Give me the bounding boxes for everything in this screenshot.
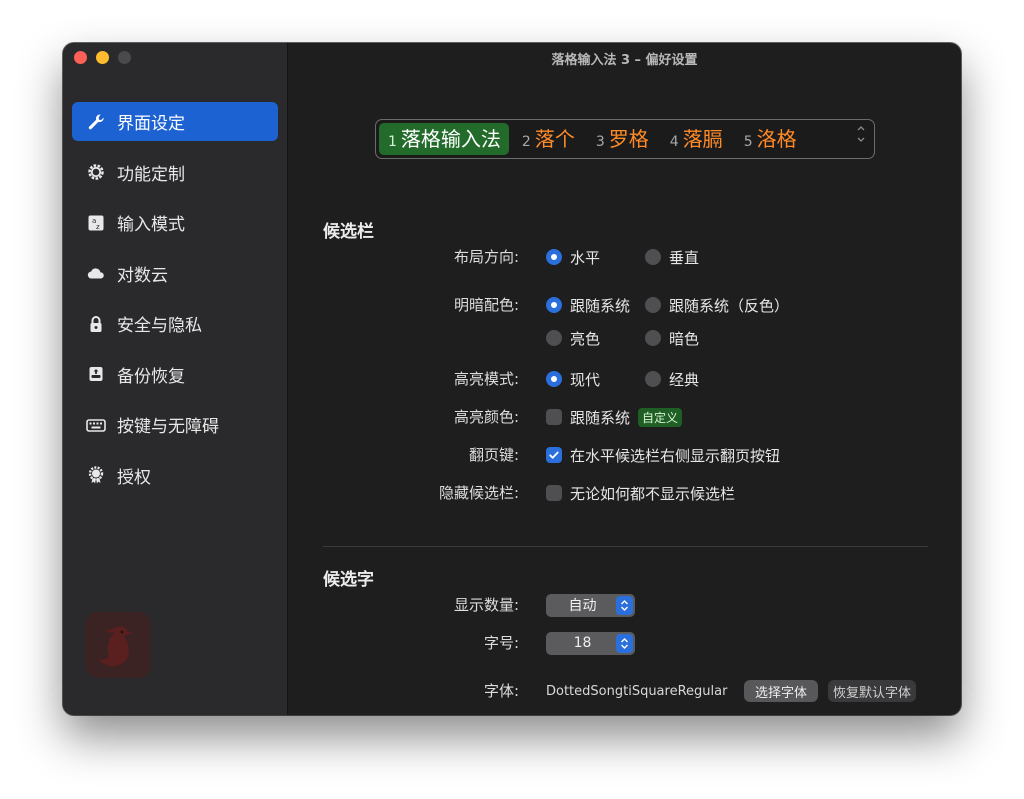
sidebar-item-label: 对数云 <box>117 265 168 286</box>
input-mode-icon: az <box>86 213 106 233</box>
radio-horizontal[interactable]: 水平 <box>546 247 600 268</box>
main-panel: 1 落格输入法 2 落个 3 罗格 4 落膈 5 洛格 候选栏 布局方向: 水平… <box>289 43 961 715</box>
sidebar-item-label: 功能定制 <box>117 164 185 185</box>
sidebar-item-label: 授权 <box>117 467 151 488</box>
checkbox-control[interactable] <box>546 447 562 463</box>
sidebar-item-interface[interactable]: 界面设定 <box>72 102 278 141</box>
checkbox-control[interactable] <box>546 409 562 425</box>
sidebar-item-label: 安全与隐私 <box>117 316 202 336</box>
candidate-item: 3 罗格 <box>595 127 649 151</box>
highlight-mode-label: 高亮模式: <box>453 370 519 388</box>
sidebar-item-label: 备份恢复 <box>117 366 185 387</box>
radio-modern[interactable]: 现代 <box>546 369 600 390</box>
radio-control[interactable] <box>546 297 562 313</box>
close-window-button[interactable] <box>74 51 87 64</box>
sidebar-item-keys-accessibility[interactable]: 按键与无障碍 <box>72 405 278 444</box>
chevron-down-icon[interactable] <box>856 136 866 144</box>
layout-direction-label: 布局方向: <box>453 248 519 266</box>
cloud-icon <box>86 263 106 283</box>
lock-icon <box>86 314 106 334</box>
sidebar-item-label: 界面设定 <box>117 114 185 134</box>
count-select[interactable]: 自动 <box>546 593 635 617</box>
sidebar-item-label: 输入模式 <box>117 215 185 235</box>
zoom-window-button[interactable] <box>118 51 131 64</box>
checkmark-icon <box>549 451 559 459</box>
radio-vertical[interactable]: 垂直 <box>645 247 699 268</box>
radio-follow-system[interactable]: 跟随系统 <box>546 295 630 316</box>
candidate-item: 1 落格输入法 <box>379 123 509 155</box>
section-title-candidate-bar: 候选栏 <box>323 222 374 242</box>
sidebar-item-input-mode[interactable]: az 输入模式 <box>72 203 278 242</box>
radio-control[interactable] <box>645 371 661 387</box>
sidebar-item-features[interactable]: 功能定制 <box>72 153 278 192</box>
sidebar-item-backup[interactable]: 备份恢复 <box>72 355 278 394</box>
candidate-preview: 1 落格输入法 2 落个 3 罗格 4 落膈 5 洛格 <box>375 119 875 159</box>
sidebar-item-label: 按键与无障碍 <box>117 417 219 437</box>
keyboard-icon <box>86 415 106 435</box>
checkbox-follow-system-color[interactable]: 跟随系统 自定义 <box>546 407 683 428</box>
radio-dark[interactable]: 暗色 <box>645 328 699 349</box>
font-size-select[interactable]: 18 <box>546 631 635 655</box>
section-divider <box>323 546 928 547</box>
minimize-window-button[interactable] <box>96 51 109 64</box>
preferences-window: 界面设定 功能定制 az 输入模式 对数云 安全与隐私 备份恢复 按键与无障碍 … <box>63 43 961 715</box>
radio-light[interactable]: 亮色 <box>546 328 600 349</box>
seal-icon <box>86 465 106 485</box>
section-title-candidate-text: 候选字 <box>323 570 374 590</box>
up-down-chevron-icon <box>616 595 633 615</box>
radio-control[interactable] <box>645 297 661 313</box>
appearance-label: 明暗配色: <box>453 296 519 314</box>
window-controls <box>74 51 131 64</box>
hide-bar-label: 隐藏候选栏: <box>438 484 519 502</box>
candidate-item: 5 洛格 <box>743 127 797 151</box>
candidate-item: 4 落膈 <box>669 127 723 151</box>
candidate-item: 2 落个 <box>521 127 575 151</box>
chevron-up-icon[interactable] <box>856 124 866 132</box>
count-label: 显示数量: <box>453 596 519 614</box>
sidebar-item-security[interactable]: 安全与隐私 <box>72 304 278 343</box>
reset-font-button[interactable]: 恢复默认字体 <box>828 680 916 702</box>
radio-control[interactable] <box>546 330 562 346</box>
sidebar-item-license[interactable]: 授权 <box>72 456 278 495</box>
wrench-icon <box>86 112 106 132</box>
sidebar: 界面设定 功能定制 az 输入模式 对数云 安全与隐私 备份恢复 按键与无障碍 … <box>63 43 288 715</box>
gear-icon <box>86 162 106 182</box>
radio-control[interactable] <box>546 371 562 387</box>
sidebar-nav: 界面设定 功能定制 az 输入模式 对数云 安全与隐私 备份恢复 按键与无障碍 … <box>72 102 278 506</box>
goose-icon <box>85 612 151 678</box>
sidebar-item-cloud[interactable]: 对数云 <box>72 254 278 293</box>
radio-classic[interactable]: 经典 <box>645 369 699 390</box>
up-down-chevron-icon <box>616 633 633 653</box>
choose-font-button[interactable]: 选择字体 <box>744 680 818 702</box>
page-keys-label: 翻页键: <box>468 446 519 464</box>
backup-icon <box>86 364 106 384</box>
radio-control[interactable] <box>645 330 661 346</box>
candidate-pager <box>856 124 866 144</box>
font-size-label: 字号: <box>483 634 519 652</box>
radio-control[interactable] <box>645 249 661 265</box>
font-label: 字体: <box>483 682 519 700</box>
custom-color-badge[interactable]: 自定义 <box>638 407 683 427</box>
checkbox-show-page-buttons[interactable]: 在水平候选栏右侧显示翻页按钮 <box>546 445 780 466</box>
radio-control[interactable] <box>546 249 562 265</box>
svg-text:z: z <box>96 223 100 231</box>
checkbox-control[interactable] <box>546 485 562 501</box>
checkbox-never-show-bar[interactable]: 无论如何都不显示候选栏 <box>546 483 735 504</box>
highlight-color-label: 高亮颜色: <box>453 408 519 426</box>
radio-follow-system-inverted[interactable]: 跟随系统（反色） <box>645 295 789 316</box>
font-name-value: DottedSongtiSquareRegular <box>546 683 728 699</box>
